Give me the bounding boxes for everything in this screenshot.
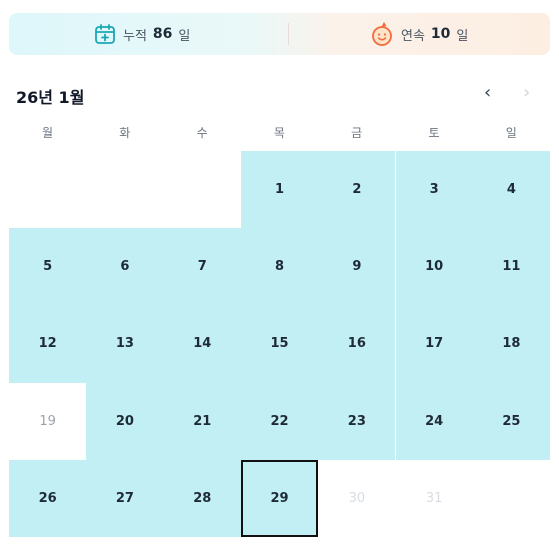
cumulative-unit: 일: [178, 28, 191, 44]
calendar-day[interactable]: 3: [395, 151, 473, 229]
next-month-button[interactable]: ›: [523, 83, 530, 103]
calendar-day[interactable]: 7: [163, 228, 241, 306]
calendar-grid: 1 2 3 4 5 6 7 8 9 10 11 12 13 14 15 16 17 18 19 20 21 22 23 24 2…: [9, 151, 551, 537]
calendar-day[interactable]: 2: [318, 151, 396, 229]
calendar-day[interactable]: 18: [472, 305, 551, 383]
stats-divider: [288, 23, 289, 45]
calendar-plus-icon: [95, 24, 115, 44]
chevron-left-icon: ‹: [484, 82, 492, 103]
streak-stat: 연속 10 일: [369, 13, 468, 55]
chevron-right-icon: ›: [523, 82, 531, 103]
calendar-day[interactable]: 14: [163, 305, 241, 383]
calendar-day[interactable]: 9: [318, 228, 396, 306]
calendar-day[interactable]: 26: [9, 459, 87, 537]
weekday-label: 화: [119, 126, 131, 140]
calendar-day[interactable]: 22: [240, 382, 319, 460]
calendar-day[interactable]: 10: [395, 228, 473, 306]
calendar-day[interactable]: 11: [472, 228, 551, 306]
calendar-day[interactable]: 5: [9, 228, 87, 306]
cumulative-label: 누적: [123, 28, 147, 44]
cumulative-value: 86: [152, 26, 173, 42]
calendar-day[interactable]: 8: [240, 228, 319, 306]
calendar-day[interactable]: 28: [163, 459, 241, 537]
calendar-day[interactable]: 1: [240, 151, 319, 229]
calendar-day[interactable]: 27: [86, 459, 164, 537]
calendar-day[interactable]: 6: [86, 228, 164, 306]
calendar-day[interactable]: 23: [318, 382, 396, 460]
streak-value: 10: [430, 26, 451, 42]
weekday-label: 토: [428, 126, 440, 140]
calendar-day[interactable]: 13: [86, 305, 164, 383]
calendar-day[interactable]: 16: [318, 305, 396, 383]
calendar-day[interactable]: 17: [395, 305, 473, 383]
previous-month-button[interactable]: ‹: [484, 83, 491, 103]
calendar-day-today[interactable]: 29: [240, 459, 319, 537]
calendar-day[interactable]: 30: [318, 460, 395, 537]
calendar-day[interactable]: 25: [472, 382, 551, 460]
calendar-day[interactable]: 31: [396, 460, 473, 537]
weekday-label: 수: [196, 126, 208, 140]
calendar-day[interactable]: 4: [472, 151, 551, 229]
weekday-label: 월: [41, 126, 54, 140]
streak-label: 연속: [401, 28, 425, 44]
calendar-day[interactable]: 20: [86, 382, 164, 460]
smiley-mascot-icon: [372, 22, 392, 46]
calendar-day[interactable]: 21: [163, 382, 241, 460]
weekday-label: 금: [351, 126, 363, 140]
calendar-day[interactable]: 12: [9, 305, 87, 383]
weekday-label: 일: [505, 126, 517, 140]
month-title: 26년 1월: [16, 88, 85, 107]
attendance-stats-bar: 누적 86 일 연속 10 일: [9, 13, 550, 55]
calendar-day[interactable]: 15: [240, 305, 319, 383]
calendar-day[interactable]: 24: [395, 382, 473, 460]
cumulative-stat: 누적 86 일: [93, 13, 190, 55]
weekday-label: 목: [273, 126, 285, 140]
calendar-day[interactable]: 19: [9, 383, 86, 460]
streak-unit: 일: [456, 28, 469, 44]
weekday-header: 월화수목금토일: [9, 124, 550, 144]
